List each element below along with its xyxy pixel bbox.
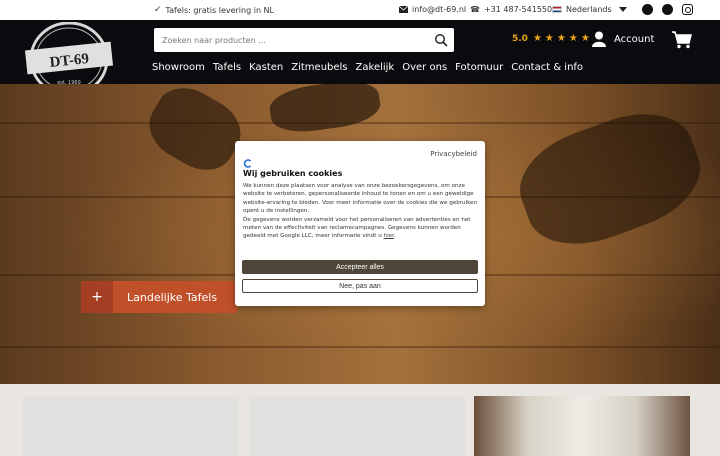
cookie-title: Wij gebruiken cookies <box>243 169 343 178</box>
plus-icon: + <box>81 281 113 313</box>
nav-kasten[interactable]: Kasten <box>249 62 283 73</box>
cookie-consent-dialog: Privacybeleid Wij gebruiken cookies We k… <box>235 141 485 306</box>
netherlands-flag-icon <box>552 6 562 13</box>
star-icon: ★ <box>532 33 542 44</box>
cookie-paragraph-2: De gegevens worden verzameld voor het pe… <box>243 216 471 240</box>
account-link[interactable]: Account <box>592 31 654 47</box>
search-input[interactable] <box>154 28 424 52</box>
pinterest-icon[interactable] <box>662 4 673 15</box>
checkmark-icon: ✓ <box>154 5 162 15</box>
cart-icon[interactable] <box>672 31 692 49</box>
email-link[interactable]: info@dt-69.nl <box>399 5 466 14</box>
site-header: DT-69 est. 1969 5.0 ★ ★ ★ ★ ★ Account Sh… <box>0 20 720 96</box>
phone-icon: ☎ <box>470 5 480 14</box>
account-label: Account <box>614 33 655 45</box>
cookie-brand-icon <box>243 159 252 168</box>
landelijke-tafels-button[interactable]: + Landelijke Tafels <box>81 281 238 313</box>
category-card[interactable] <box>249 396 465 456</box>
phone-link[interactable]: ☎ +31 487-541550 <box>470 5 552 14</box>
rating-score: 5.0 <box>512 34 528 44</box>
wood-grain-line <box>0 346 720 348</box>
category-card[interactable] <box>23 396 239 456</box>
envelope-icon <box>399 6 408 13</box>
shipping-notice: ✓ Tafels: gratis levering in NL <box>154 5 274 15</box>
user-icon <box>592 31 606 47</box>
language-selector[interactable]: Nederlands <box>552 5 627 14</box>
nav-contact[interactable]: Contact & info <box>511 62 583 73</box>
nav-fotomuur[interactable]: Fotomuur <box>455 62 503 73</box>
cta-label: Landelijke Tafels <box>113 281 238 313</box>
nav-tafels[interactable]: Tafels <box>213 62 241 73</box>
nav-showroom[interactable]: Showroom <box>152 62 205 73</box>
store-rating[interactable]: 5.0 ★ ★ ★ ★ ★ <box>512 33 590 45</box>
cookie-text: We kunnen deze plaatsen voor analyse van… <box>243 182 479 241</box>
chevron-down-icon <box>618 7 627 12</box>
accept-all-button[interactable]: Accepteer alles <box>242 260 478 274</box>
cookie-more-info-link[interactable]: hier <box>384 233 394 239</box>
privacy-policy-link[interactable]: Privacybeleid <box>430 150 477 158</box>
nav-zakelijk[interactable]: Zakelijk <box>356 62 395 73</box>
search-bar <box>154 28 454 52</box>
cookie-paragraph-1: We kunnen deze plaatsen voor analyse van… <box>243 183 478 215</box>
shipping-text: Tafels: gratis levering in NL <box>165 5 274 15</box>
search-icon[interactable] <box>434 33 448 47</box>
email-text: info@dt-69.nl <box>412 5 467 14</box>
language-text: Nederlands <box>566 5 612 14</box>
nav-zitmeubels[interactable]: Zitmeubels <box>291 62 347 73</box>
star-icon: ★ <box>556 33 566 44</box>
decline-customize-button[interactable]: Nee, pas aan <box>242 279 478 293</box>
facebook-icon[interactable] <box>642 4 653 15</box>
star-icon: ★ <box>544 33 554 44</box>
paint-cans-silhouette <box>267 84 383 137</box>
cookie-paragraph-2-text: De gegevens worden verzameld voor het pe… <box>243 216 471 240</box>
nav-over-ons[interactable]: Over ons <box>402 62 447 73</box>
star-icon: ★ <box>580 33 590 44</box>
star-icon: ★ <box>568 33 578 44</box>
top-info-bar: ✓ Tafels: gratis levering in NL info@dt-… <box>0 0 720 20</box>
main-navigation: Showroom Tafels Kasten Zitmeubels Zakeli… <box>152 62 591 73</box>
instagram-icon[interactable] <box>682 4 693 15</box>
phone-text: +31 487-541550 <box>483 5 553 14</box>
category-card[interactable] <box>474 396 690 456</box>
